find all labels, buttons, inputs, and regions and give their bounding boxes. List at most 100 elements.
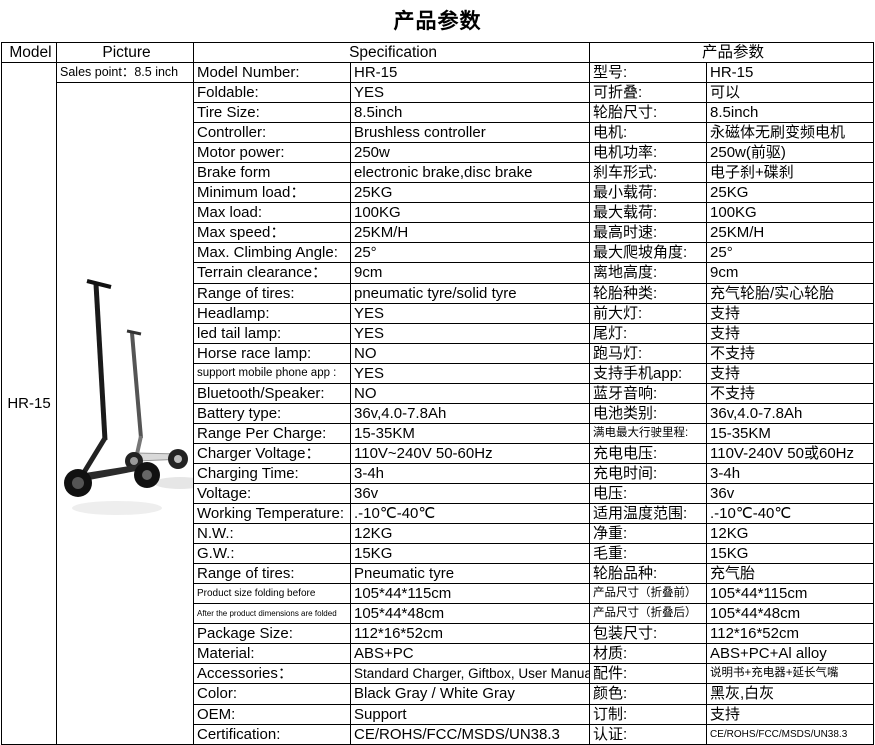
spec-value-cn: 105*44*48cm: [706, 603, 875, 625]
spec-label-cn: 材质:: [589, 643, 708, 665]
spec-value-cn: 25KG: [706, 182, 875, 204]
header-picture: Picture: [56, 42, 194, 63]
spec-row: HR-15 Sales point：8.5 inch Model Number: HR…: [1, 61, 875, 745]
spec-label-cn: 蓝牙音响:: [589, 382, 708, 404]
spec-label-cn: 可折叠:: [589, 82, 708, 104]
spec-value-cn: 不支持: [706, 342, 875, 364]
spec-value-en: 250w: [349, 142, 591, 164]
spec-value-cn: 8.5inch: [706, 102, 875, 124]
spec-value-cn: 25°: [706, 242, 875, 264]
sales-point: Sales point：8.5 inch: [57, 64, 193, 83]
spec-label-en: Terrain clearance：: [193, 262, 351, 284]
picture-cell: Sales point：8.5 inch: [56, 62, 194, 745]
spec-value-cn: 36v: [706, 482, 875, 505]
spec-value-cn: 250w(前驱): [706, 142, 875, 164]
spec-value-cn: 说明书+充电器+延长气嘴: [706, 663, 875, 685]
spec-value-cn: ABS+PC+Al alloy: [706, 643, 875, 665]
header-specification-cn: 产品参数: [589, 42, 875, 63]
spec-value-cn: 112*16*52cm: [706, 623, 875, 645]
spec-label-en: Certification:: [193, 723, 351, 745]
spec-label-cn: 电机功率:: [589, 142, 708, 164]
spec-value-en: YES: [349, 322, 591, 344]
spec-value-en: 36v,4.0-7.8Ah: [349, 402, 591, 424]
spec-label-cn: 最小载荷:: [589, 182, 708, 204]
spec-label-en: led tail lamp:: [193, 322, 351, 344]
spec-value-en: pneumatic tyre/solid tyre: [349, 282, 591, 304]
spec-label-cn: 前大灯:: [589, 302, 708, 324]
spec-value-en: Support: [349, 703, 591, 725]
spec-label-cn: 毛重:: [589, 543, 708, 565]
spec-value-cn: 105*44*115cm: [706, 583, 875, 605]
spec-label-cn: 满电最大行驶里程:: [589, 422, 708, 444]
spec-label-en: Charger Voltage：: [193, 442, 351, 464]
spec-label-en: Bluetooth/Speaker:: [193, 382, 351, 404]
spec-label-cn: 电机:: [589, 122, 708, 144]
spec-label-cn: 跑马灯:: [589, 342, 708, 364]
spec-value-en: YES: [349, 362, 591, 384]
spec-label-cn: 适用温度范围:: [589, 503, 708, 525]
spec-value-cn: 电子刹+碟刹: [706, 162, 875, 184]
spec-value-en: Black Gray / White Gray: [349, 683, 591, 705]
spec-label-en: Range of tires:: [193, 563, 351, 585]
spec-label-cn: 充电时间:: [589, 462, 708, 484]
spec-label-cn: 轮胎种类:: [589, 282, 708, 304]
spec-value-cn: 100KG: [706, 202, 875, 224]
spec-label-en: Max speed：: [193, 222, 351, 244]
spec-value-cn: 15KG: [706, 543, 875, 565]
spec-label-en: G.W.:: [193, 543, 351, 565]
spec-label-en: Model Number:: [193, 61, 351, 84]
spec-value-en: Brushless controller: [349, 122, 591, 144]
spec-label-en: Color:: [193, 683, 351, 705]
spec-value-cn: 充气轮胎/实心轮胎: [706, 282, 875, 304]
spec-label-en: After the product dimensions are folded: [193, 603, 351, 625]
spec-label-cn: 尾灯:: [589, 322, 708, 344]
spec-label-en: Product size folding before: [193, 583, 351, 605]
header-row: Model Picture Specification 产品参数: [1, 42, 875, 63]
spec-value-cn: 12KG: [706, 523, 875, 545]
spec-value-en: 12KG: [349, 523, 591, 545]
spec-label-en: Motor power:: [193, 142, 351, 164]
header-model: Model: [1, 42, 57, 63]
spec-value-en: YES: [349, 82, 591, 104]
spec-value-en: NO: [349, 342, 591, 364]
spec-value-en: 25KG: [349, 182, 591, 204]
spec-label-en: Horse race lamp:: [193, 342, 351, 364]
spec-value-cn: 可以: [706, 82, 875, 104]
spec-label-en: Range Per Charge:: [193, 422, 351, 444]
page-title: 产品参数: [393, 8, 482, 33]
spec-label-en: Brake form: [193, 162, 351, 184]
spec-value-cn: 36v,4.0-7.8Ah: [706, 402, 875, 424]
spec-label-cn: 产品尺寸（折叠前）: [589, 583, 708, 605]
spec-value-en: Standard Charger, Giftbox, User Manual: [349, 663, 591, 685]
spec-label-cn: 最大载荷:: [589, 202, 708, 224]
spec-label-cn: 轮胎品种:: [589, 563, 708, 585]
spec-label-en: Controller:: [193, 122, 351, 144]
spec-label-en: Working Temperature:: [193, 503, 351, 525]
spec-label-cn: 电压:: [589, 482, 708, 505]
spec-label-cn: 包装尺寸:: [589, 623, 708, 645]
spec-value-en: 15KG: [349, 543, 591, 565]
spec-label-cn: 电池类别:: [589, 402, 708, 424]
spec-label-en: Tire Size:: [193, 102, 351, 124]
spec-value-en: 100KG: [349, 202, 591, 224]
spec-label-cn: 产品尺寸（折叠后）: [589, 603, 708, 625]
spec-value-en: 15-35KM: [349, 422, 591, 444]
spec-value-en: HR-15: [349, 61, 591, 84]
spec-value-cn: 9cm: [706, 262, 875, 284]
spec-value-en: electronic brake,disc brake: [349, 162, 591, 184]
spec-value-en: 3-4h: [349, 462, 591, 484]
spec-value-cn: HR-15: [706, 61, 875, 84]
spec-value-en: 25KM/H: [349, 222, 591, 244]
spec-label-cn: 认证:: [589, 723, 708, 745]
spec-label-en: Voltage:: [193, 482, 351, 505]
spec-label-en: Range of tires:: [193, 282, 351, 304]
spec-value-cn: 支持: [706, 362, 875, 384]
spec-label-cn: 最高时速:: [589, 222, 708, 244]
spec-label-en: OEM:: [193, 703, 351, 725]
model-cell: HR-15: [1, 62, 57, 745]
spec-value-cn: 15-35KM: [706, 422, 875, 444]
spec-label-en: Minimum load：: [193, 182, 351, 204]
spec-value-en: NO: [349, 382, 591, 404]
spec-label-cn: 配件:: [589, 663, 708, 685]
spec-label-en: Material:: [193, 643, 351, 665]
